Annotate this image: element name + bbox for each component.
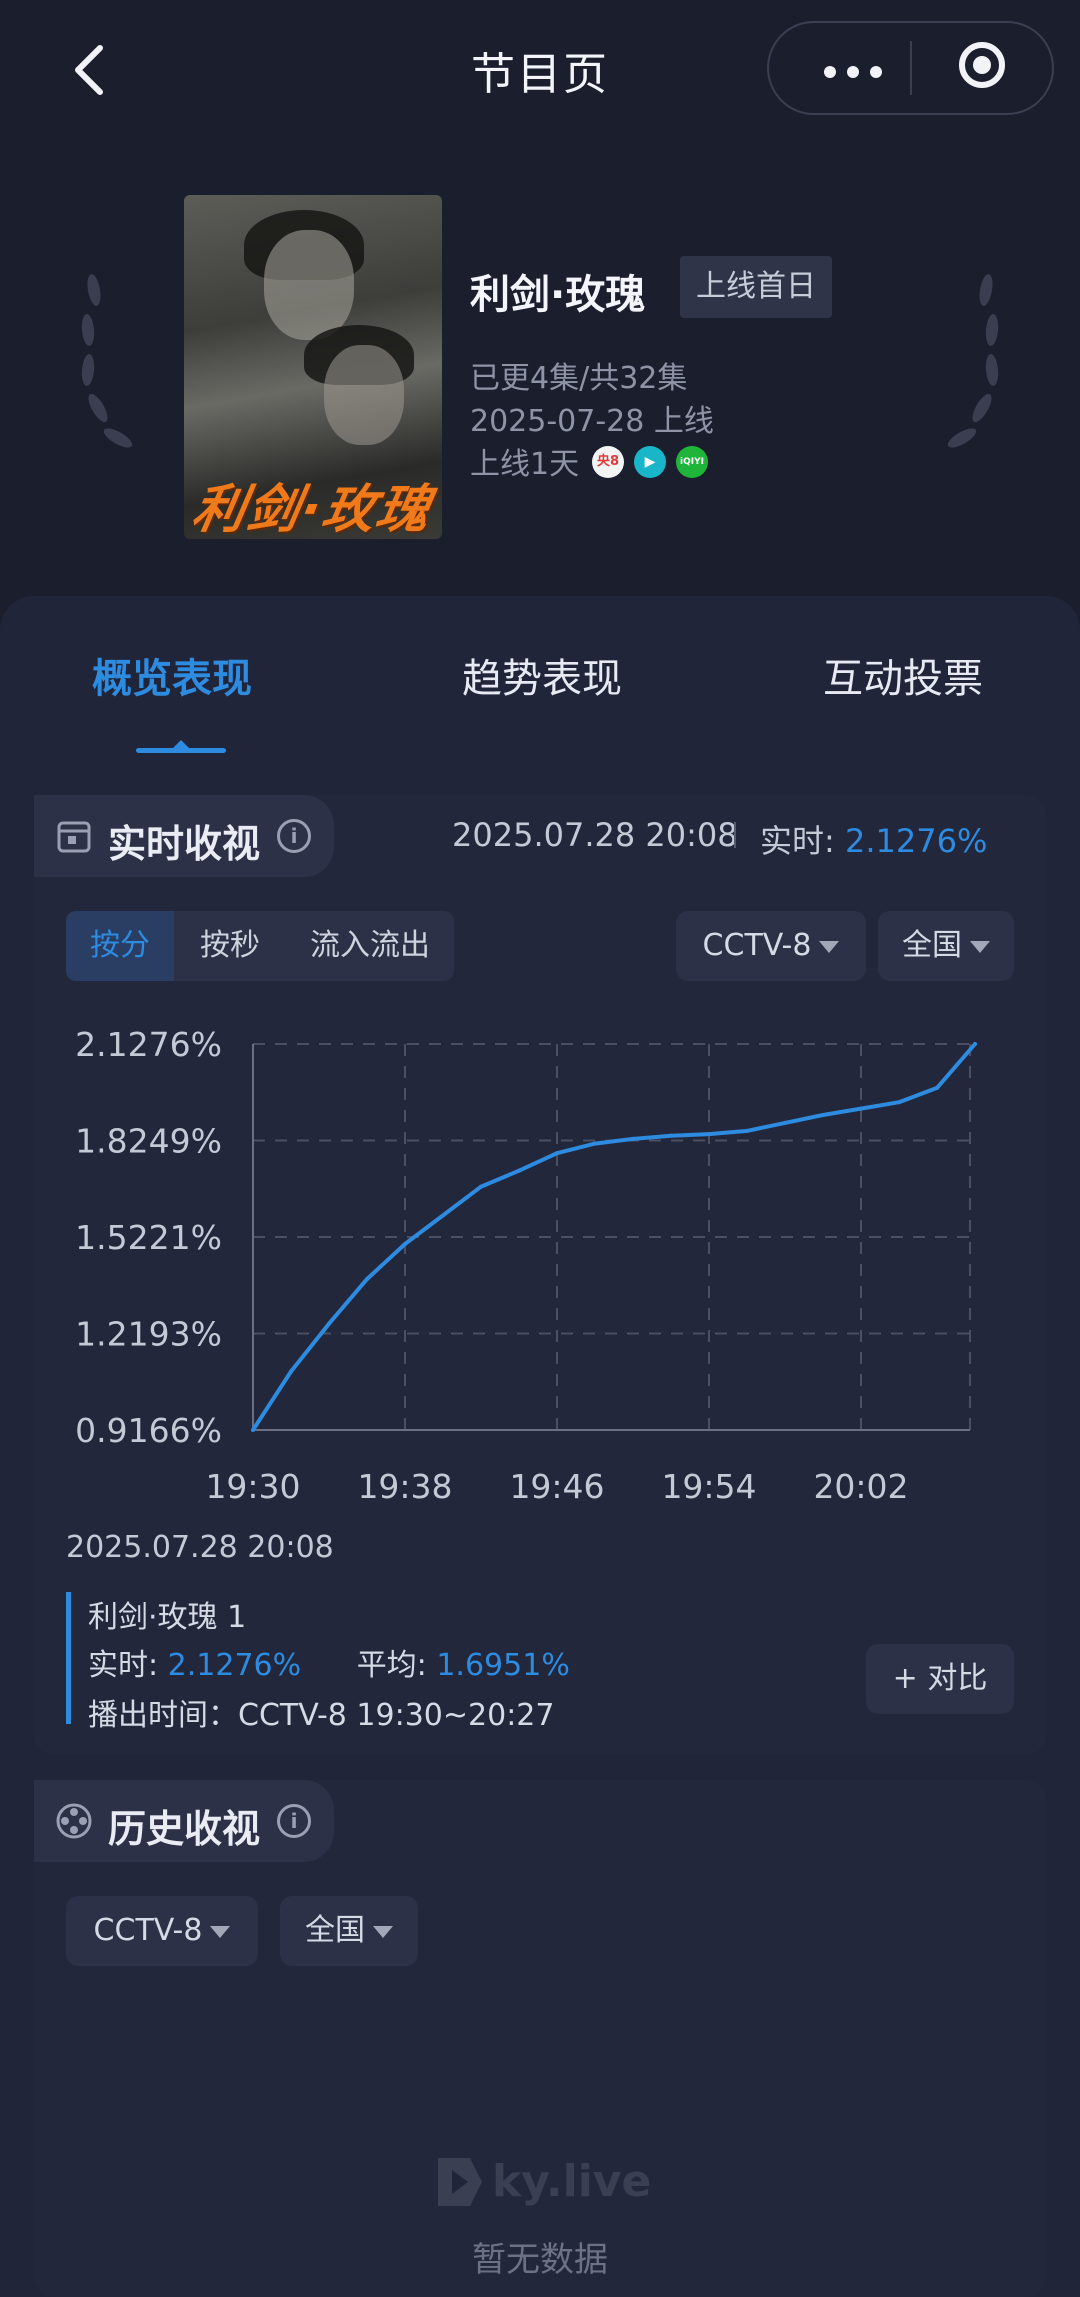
data-point bbox=[973, 1042, 977, 1046]
channel-value: CCTV-8 bbox=[702, 928, 812, 963]
history-region-dropdown[interactable]: 全国 bbox=[280, 1896, 418, 1966]
realtime-rating: 实时: 2.1276% bbox=[760, 816, 987, 862]
realtime-rating-chart[interactable]: 2.1276% 1.8249% 1.5221% 1.2193% 0.9166% 19:30… bbox=[0, 1010, 1080, 1510]
series-color-bar bbox=[66, 1592, 71, 1724]
release-date: 2025-07-28 上线 bbox=[470, 404, 714, 439]
data-point bbox=[593, 1141, 597, 1146]
laurel-right-icon bbox=[947, 274, 999, 448]
tooltip-date: 2025.07.28 20:08 bbox=[66, 1530, 334, 1565]
tooltip-values: 实时: 2.1276% 平均: 1.6951% bbox=[88, 1640, 570, 1684]
x-tick-label: 19:30 bbox=[205, 1467, 300, 1506]
caret-down-icon bbox=[970, 940, 990, 953]
logo-text: ky.live bbox=[492, 2156, 651, 2207]
segment-by-second[interactable]: 按秒 bbox=[174, 911, 286, 981]
show-title: 利剑·玫瑰 bbox=[470, 272, 646, 318]
caret-down-icon bbox=[819, 940, 840, 953]
caret-down-icon bbox=[210, 1925, 231, 1938]
data-point bbox=[631, 1136, 635, 1141]
history-channel-dropdown[interactable]: CCTV-8 bbox=[66, 1896, 258, 1966]
info-icon[interactable]: i bbox=[277, 819, 311, 853]
tooltip-rt-label: 实时: bbox=[88, 1648, 159, 1683]
y-tick-label: 2.1276% bbox=[75, 1025, 222, 1064]
x-tick-label: 19:46 bbox=[509, 1467, 604, 1506]
data-point bbox=[707, 1132, 711, 1137]
data-point bbox=[935, 1085, 939, 1090]
data-point bbox=[289, 1369, 293, 1374]
data-point bbox=[479, 1184, 483, 1189]
tooltip-rt-value: 2.1276% bbox=[167, 1648, 302, 1683]
data-point bbox=[251, 1428, 255, 1432]
tab-trend[interactable]: 趋势表现 bbox=[462, 646, 622, 704]
tab-indicator bbox=[136, 748, 226, 753]
days-online: 上线1天 bbox=[470, 447, 580, 482]
segment-flow[interactable]: 流入流出 bbox=[286, 911, 454, 981]
status-badge: 上线首日 bbox=[680, 256, 832, 318]
region-value: 全国 bbox=[902, 928, 962, 963]
y-tick-label: 1.2193% bbox=[75, 1315, 222, 1354]
y-tick-label: 0.9166% bbox=[75, 1411, 222, 1450]
data-point bbox=[403, 1242, 407, 1247]
tooltip-series-name: 利剑·玫瑰 1 bbox=[88, 1600, 247, 1635]
granularity-segmented-control: 按分 按秒 流入流出 bbox=[66, 911, 454, 981]
episode-count: 已更4集/共32集 bbox=[470, 361, 688, 396]
compare-button[interactable]: + 对比 bbox=[866, 1644, 1014, 1714]
caret-down-icon bbox=[373, 1925, 393, 1938]
x-tick-label: 19:54 bbox=[661, 1467, 756, 1506]
data-point bbox=[745, 1128, 749, 1133]
miniprogram-capsule bbox=[767, 21, 1054, 115]
data-point bbox=[517, 1168, 521, 1173]
realtime-rating-label: 实时: bbox=[760, 822, 835, 860]
data-point bbox=[821, 1112, 825, 1117]
film-reel-icon bbox=[56, 1803, 92, 1839]
kylive-logo: ky.live bbox=[438, 2156, 651, 2207]
tab-overview[interactable]: 概览表现 bbox=[92, 646, 252, 704]
data-point bbox=[783, 1120, 787, 1125]
history-channel-value: CCTV-8 bbox=[93, 1913, 203, 1948]
tooltip-avg-value: 1.6951% bbox=[436, 1648, 570, 1683]
tencent-video-platform-icon[interactable]: ▶ bbox=[634, 446, 666, 478]
realtime-rating-value: 2.1276% bbox=[844, 822, 988, 860]
history-region-value: 全国 bbox=[305, 1913, 365, 1948]
region-dropdown[interactable]: 全国 bbox=[878, 911, 1014, 981]
x-tick-label: 20:02 bbox=[813, 1467, 908, 1506]
iqiyi-platform-icon[interactable]: iQIYI bbox=[676, 446, 708, 478]
tooltip-air-time: 播出时间：CCTV-8 19:30~20:27 bbox=[88, 1698, 555, 1733]
data-point bbox=[441, 1213, 445, 1218]
info-icon[interactable]: i bbox=[277, 1804, 311, 1838]
poster-title: 利剑·玫瑰 bbox=[187, 480, 437, 539]
close-miniprogram-icon[interactable] bbox=[959, 42, 1005, 88]
cctv8-platform-icon[interactable]: 央8 bbox=[592, 446, 624, 478]
tab-indicator-caret bbox=[173, 740, 189, 748]
channel-dropdown[interactable]: CCTV-8 bbox=[676, 911, 866, 981]
capsule-divider bbox=[910, 41, 912, 95]
more-icon[interactable] bbox=[824, 63, 904, 78]
divider bbox=[734, 822, 736, 848]
y-tick-label: 1.8249% bbox=[75, 1121, 222, 1160]
history-section-title: 历史收视 bbox=[108, 1807, 261, 1851]
realtime-section-title: 实时收视 bbox=[108, 822, 261, 866]
segment-by-minute[interactable]: 按分 bbox=[66, 911, 174, 981]
calendar-icon bbox=[57, 821, 91, 853]
poster-figure bbox=[324, 345, 404, 445]
data-point bbox=[365, 1277, 369, 1282]
data-point bbox=[555, 1151, 559, 1156]
data-point bbox=[859, 1106, 863, 1111]
poster-figure bbox=[264, 230, 354, 340]
data-point bbox=[327, 1321, 331, 1326]
y-tick-label: 1.5221% bbox=[75, 1218, 222, 1257]
empty-state-text: 暂无数据 bbox=[472, 2240, 608, 2280]
data-point bbox=[897, 1100, 901, 1105]
laurel-left-icon bbox=[81, 274, 133, 448]
x-tick-label: 19:38 bbox=[357, 1467, 452, 1506]
tooltip-avg-label: 平均: bbox=[356, 1648, 427, 1683]
realtime-timestamp: 2025.07.28 20:08 bbox=[452, 816, 738, 854]
data-point bbox=[669, 1133, 673, 1138]
tab-vote[interactable]: 互动投票 bbox=[823, 646, 983, 704]
show-poster[interactable]: 利剑·玫瑰 bbox=[184, 195, 442, 539]
